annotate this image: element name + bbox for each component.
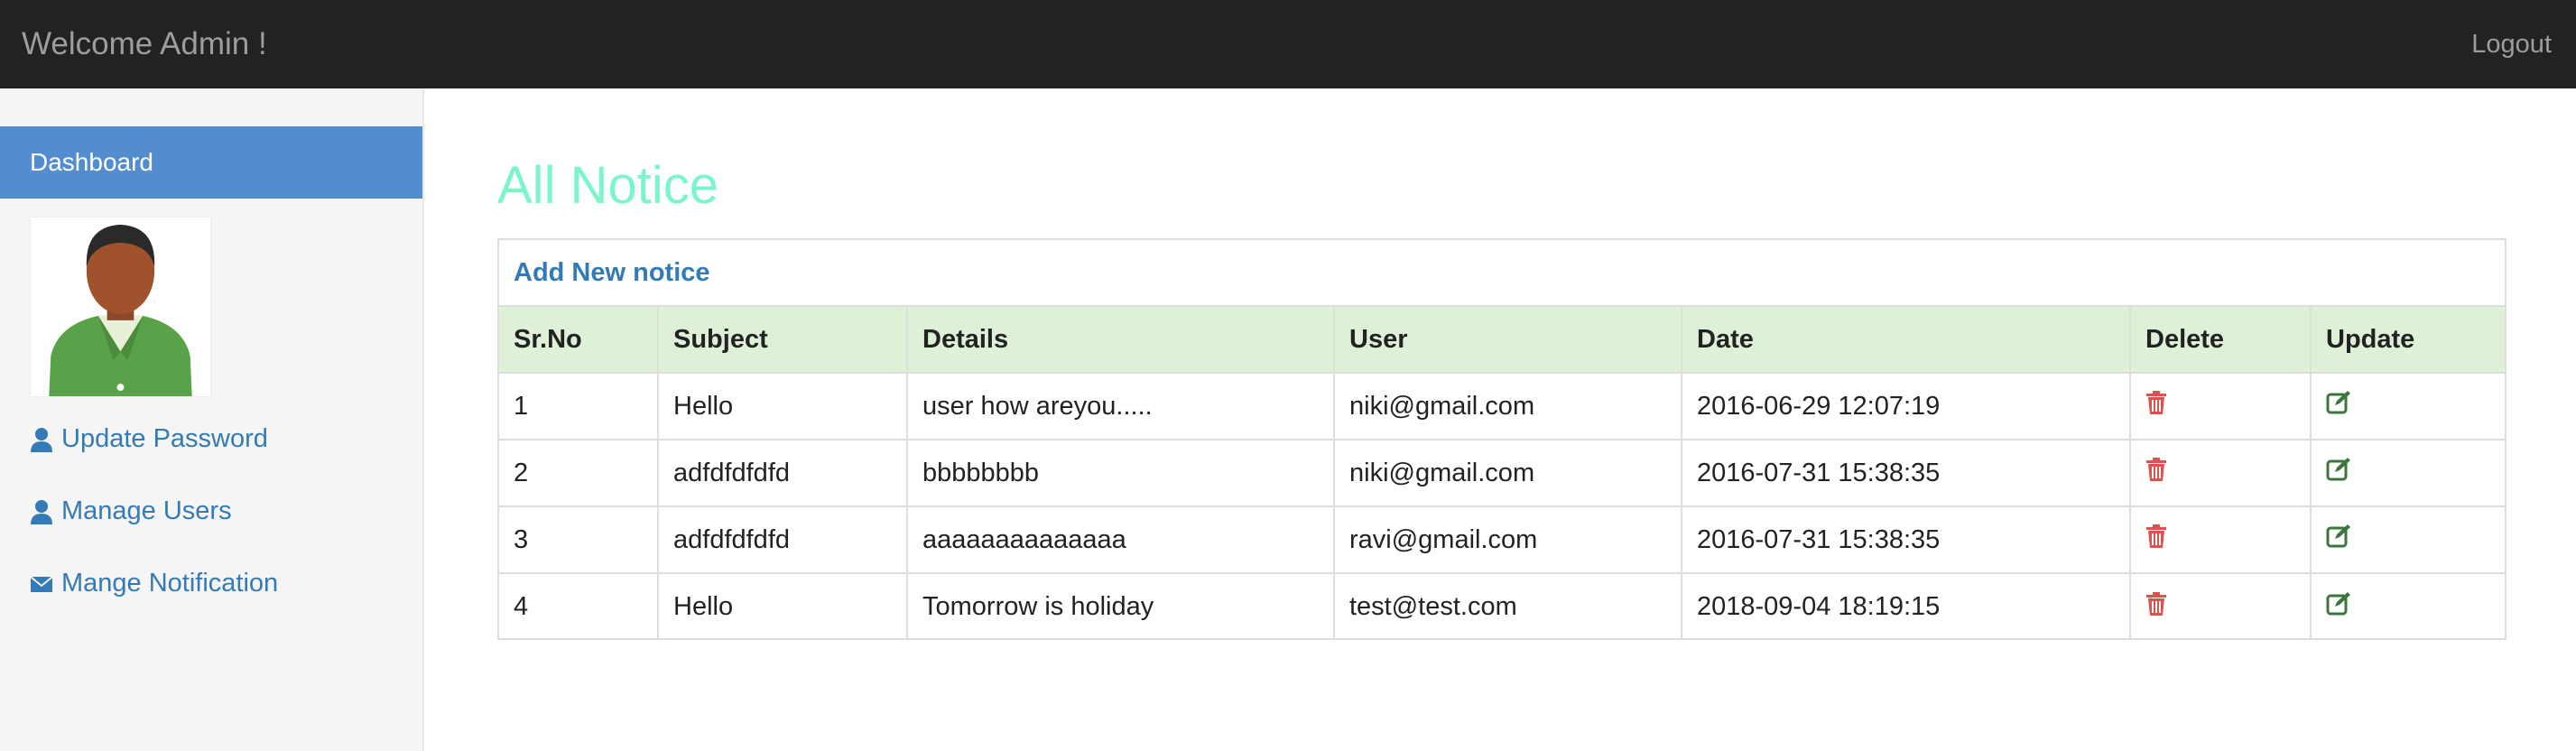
cell-srno: 2 bbox=[499, 439, 659, 507]
sidebar-item-update-password[interactable]: Update Password bbox=[30, 424, 268, 454]
cell-srno: 1 bbox=[499, 372, 659, 440]
sidebar-item-manage-users[interactable]: Manage Users bbox=[30, 496, 232, 526]
sidebar-item-label: Manage Users bbox=[61, 496, 232, 525]
admin-avatar bbox=[30, 217, 211, 397]
cell-delete bbox=[2129, 572, 2312, 640]
sidebar-item-label: Update Password bbox=[61, 424, 268, 453]
column-header-delete: Delete bbox=[2129, 305, 2312, 374]
page-title: All Notice bbox=[497, 156, 718, 215]
cell-subject: Hello bbox=[657, 572, 908, 640]
cell-details: Tomorrow is holiday bbox=[906, 572, 1335, 640]
table-row: 2 adfdfdfdfd bbbbbbbb niki@gmail.com 201… bbox=[499, 439, 2505, 507]
trash-icon[interactable] bbox=[2145, 390, 2167, 415]
envelope-icon bbox=[30, 575, 53, 592]
cell-update bbox=[2310, 572, 2505, 640]
cell-delete bbox=[2129, 372, 2312, 440]
notice-table: Sr.No Subject Details User Date Delete U… bbox=[499, 305, 2505, 640]
table-header-row: Sr.No Subject Details User Date Delete U… bbox=[499, 305, 2505, 374]
cell-user: niki@gmail.com bbox=[1333, 372, 1682, 440]
cell-delete bbox=[2129, 439, 2312, 507]
cell-subject: adfdfdfdfd bbox=[657, 439, 908, 507]
cell-subject: Hello bbox=[657, 372, 908, 440]
table-row: 3 adfdfdfdfd aaaaaaaaaaaaaa ravi@gmail.c… bbox=[499, 505, 2505, 574]
sidebar-item-label: Mange Notification bbox=[61, 569, 279, 598]
cell-update bbox=[2310, 439, 2505, 507]
column-header-subject: Subject bbox=[657, 305, 908, 374]
trash-icon[interactable] bbox=[2145, 457, 2167, 482]
cell-subject: adfdfdfdfd bbox=[657, 505, 908, 574]
cell-date: 2016-07-31 15:38:35 bbox=[1681, 505, 2131, 574]
cell-date: 2016-07-31 15:38:35 bbox=[1681, 439, 2131, 507]
column-header-srno: Sr.No bbox=[499, 305, 659, 374]
cell-details: bbbbbbbb bbox=[906, 439, 1335, 507]
cell-update bbox=[2310, 505, 2505, 574]
column-header-date: Date bbox=[1681, 305, 2131, 374]
trash-icon[interactable] bbox=[2145, 591, 2167, 617]
cell-user: test@test.com bbox=[1333, 572, 1682, 640]
user-icon bbox=[31, 499, 52, 524]
edit-icon[interactable] bbox=[2326, 524, 2351, 549]
edit-icon[interactable] bbox=[2326, 390, 2351, 415]
table-row: 4 Hello Tomorrow is holiday test@test.co… bbox=[499, 572, 2505, 640]
column-header-details: Details bbox=[906, 305, 1335, 374]
cell-details: user how areyou..... bbox=[906, 372, 1335, 440]
sidebar: Dashboard Update Password Manage Users M… bbox=[0, 88, 424, 751]
cell-srno: 4 bbox=[499, 572, 659, 640]
cell-update bbox=[2310, 372, 2505, 440]
table-row: 1 Hello user how areyou..... niki@gmail.… bbox=[499, 372, 2505, 440]
welcome-text: Welcome Admin ! bbox=[22, 26, 267, 61]
column-header-user: User bbox=[1333, 305, 1682, 374]
sidebar-item-dashboard[interactable]: Dashboard bbox=[0, 126, 422, 199]
avatar-person-icon bbox=[49, 224, 192, 396]
add-new-notice-link[interactable]: Add New notice bbox=[514, 258, 710, 288]
cell-srno: 3 bbox=[499, 505, 659, 574]
trash-icon[interactable] bbox=[2145, 524, 2167, 549]
user-icon bbox=[31, 427, 52, 452]
column-header-update: Update bbox=[2310, 305, 2505, 374]
logout-link[interactable]: Logout bbox=[2471, 30, 2554, 60]
cell-details: aaaaaaaaaaaaaa bbox=[906, 505, 1335, 574]
cell-user: ravi@gmail.com bbox=[1333, 505, 1682, 574]
edit-icon[interactable] bbox=[2326, 457, 2351, 482]
cell-date: 2018-09-04 18:19:15 bbox=[1681, 572, 2131, 640]
edit-icon[interactable] bbox=[2326, 591, 2351, 617]
cell-date: 2016-06-29 12:07:19 bbox=[1681, 372, 2131, 440]
notice-panel: Add New notice Sr.No Subject Details Use… bbox=[497, 238, 2507, 640]
top-navbar: Welcome Admin ! Logout bbox=[0, 0, 2576, 88]
sidebar-item-mange-notification[interactable]: Mange Notification bbox=[30, 569, 278, 598]
cell-delete bbox=[2129, 505, 2312, 574]
cell-user: niki@gmail.com bbox=[1333, 439, 1682, 507]
